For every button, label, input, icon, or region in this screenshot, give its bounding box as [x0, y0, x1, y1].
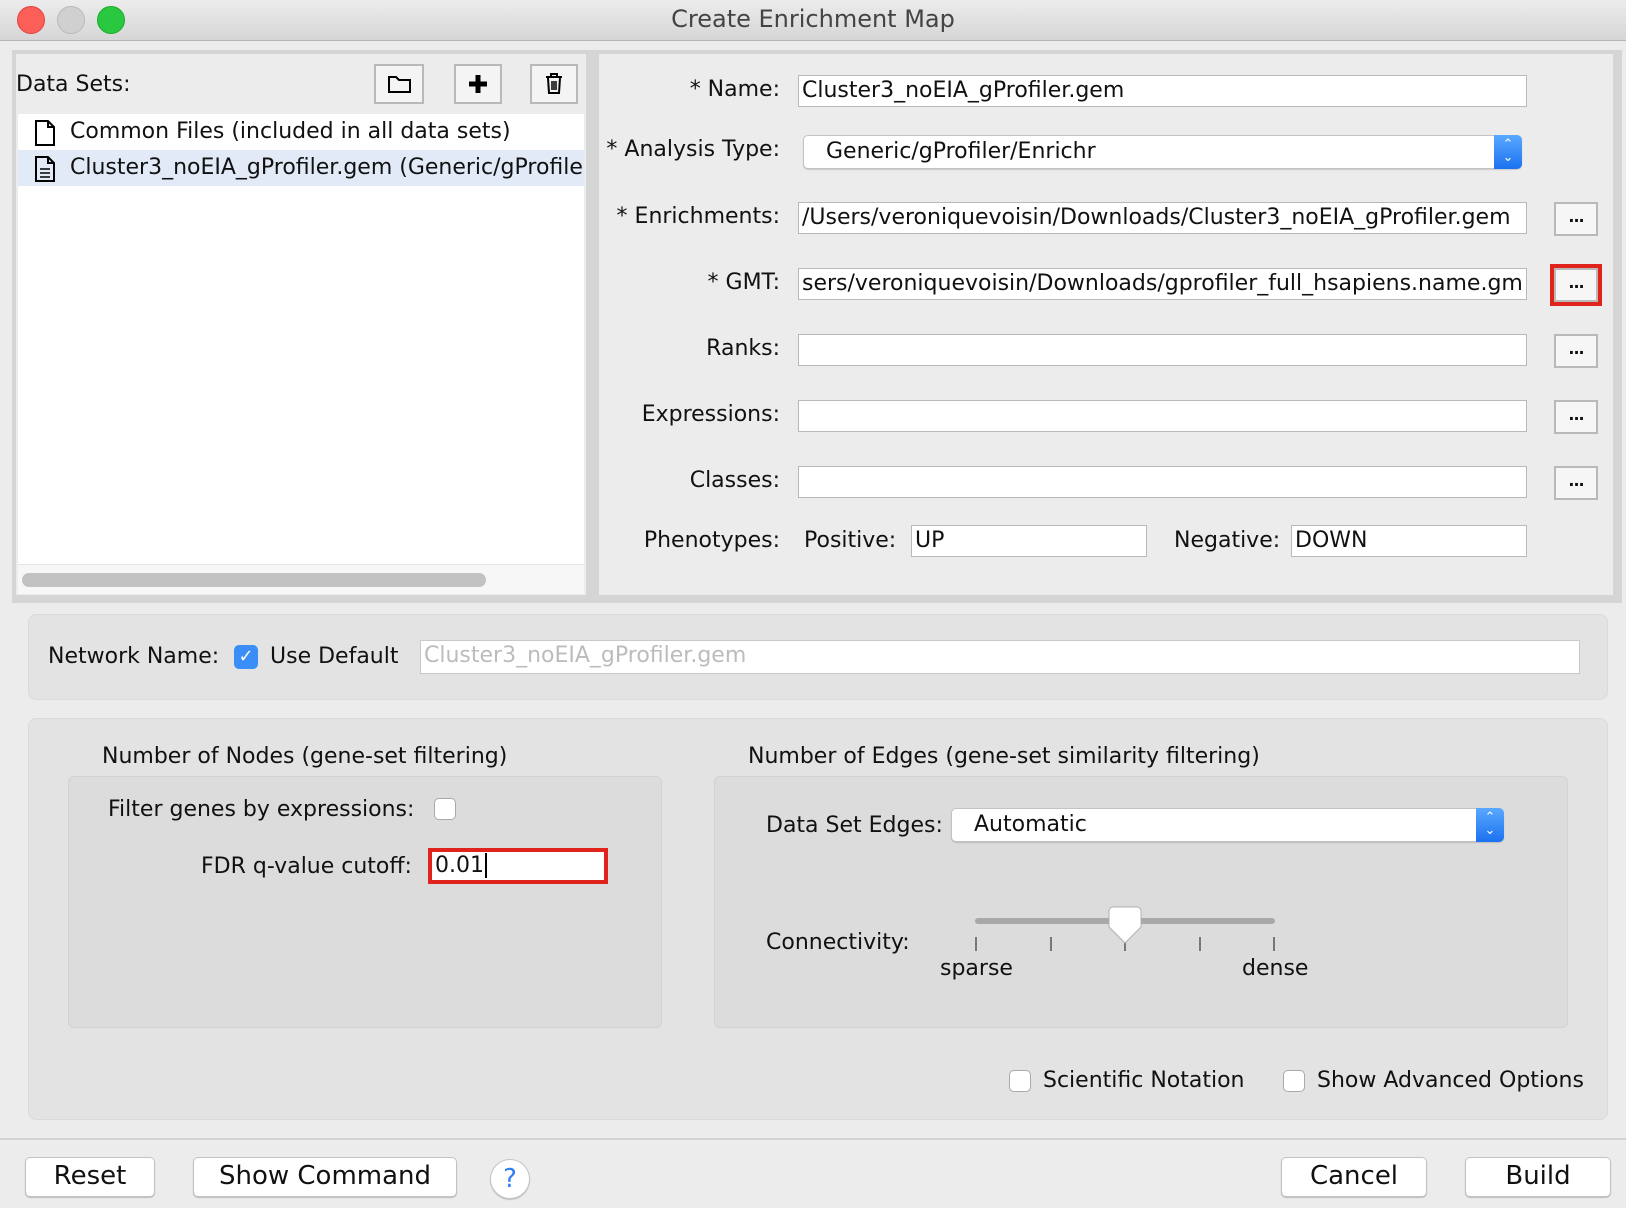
- sparse-label: sparse: [940, 956, 1013, 981]
- expressions-label: Expressions:: [641, 402, 780, 427]
- filter-genes-label: Filter genes by expressions:: [108, 797, 415, 822]
- file-icon: [35, 120, 55, 146]
- list-item-label: Common Files (included in all data sets): [70, 119, 511, 144]
- folder-icon: [388, 76, 411, 93]
- negative-phenotype-input[interactable]: DOWN: [1291, 525, 1527, 557]
- fdr-cutoff-value: 0.01: [435, 853, 484, 878]
- add-data-set-button[interactable]: [454, 64, 502, 104]
- analysis-type-select[interactable]: Generic/gProfiler/Enrichr ⌃ ⌄: [803, 135, 1522, 169]
- show-command-button[interactable]: Show Command: [193, 1157, 457, 1197]
- select-arrows-icon: ⌃ ⌄: [1476, 808, 1504, 842]
- data-set-edges-select[interactable]: Automatic ⌃ ⌄: [951, 808, 1504, 842]
- ranks-input[interactable]: [798, 334, 1527, 366]
- footer-divider: [0, 1138, 1626, 1140]
- help-button[interactable]: ?: [490, 1159, 530, 1199]
- horizontal-scrollbar[interactable]: [18, 564, 584, 594]
- build-button[interactable]: Build: [1465, 1157, 1611, 1197]
- enrichments-browse-button[interactable]: ...: [1554, 202, 1598, 236]
- enrichments-label: * Enrichments:: [616, 204, 780, 229]
- fdr-cutoff-label: FDR q-value cutoff:: [201, 854, 412, 879]
- connectivity-slider[interactable]: [975, 906, 1275, 970]
- expressions-browse-button[interactable]: ...: [1554, 400, 1598, 434]
- filter-genes-checkbox[interactable]: [434, 798, 456, 820]
- data-set-edges-value: Automatic: [974, 812, 1087, 837]
- slider-tick: [1273, 937, 1275, 951]
- scientific-notation-checkbox[interactable]: [1009, 1070, 1031, 1092]
- slider-tick: [1198, 937, 1201, 951]
- expressions-input[interactable]: [798, 400, 1527, 432]
- ranks-browse-button[interactable]: ...: [1554, 334, 1598, 368]
- ranks-label: Ranks:: [706, 336, 780, 361]
- open-folder-button[interactable]: [374, 64, 424, 104]
- data-sets-label: Data Sets:: [16, 72, 131, 97]
- data-set-edges-label: Data Set Edges:: [766, 813, 943, 838]
- connectivity-label: Connectivity:: [766, 930, 910, 955]
- data-sets-list: Common Files (included in all data sets)…: [18, 114, 584, 594]
- select-arrows-icon: ⌃ ⌄: [1494, 135, 1522, 169]
- gmt-label: * GMT:: [707, 270, 780, 295]
- text-file-icon: [35, 156, 55, 182]
- analysis-type-value: Generic/gProfiler/Enrichr: [826, 139, 1096, 164]
- use-default-checkbox[interactable]: ✓: [234, 645, 258, 669]
- list-item-label: Cluster3_noEIA_gProfiler.gem (Generic/gP…: [70, 155, 583, 180]
- analysis-type-label: * Analysis Type:: [606, 137, 780, 162]
- list-item-selected[interactable]: Cluster3_noEIA_gProfiler.gem (Generic/gP…: [18, 150, 584, 186]
- slider-thumb[interactable]: [1108, 906, 1142, 946]
- name-label: * Name:: [689, 77, 780, 102]
- show-advanced-options-label: Show Advanced Options: [1317, 1068, 1584, 1093]
- cancel-button[interactable]: Cancel: [1281, 1157, 1427, 1197]
- scrollbar-thumb[interactable]: [22, 573, 486, 587]
- positive-label: Positive:: [804, 528, 897, 553]
- plus-icon: [469, 75, 487, 93]
- enrichments-input[interactable]: /Users/veroniquevoisin/Downloads/Cluster…: [798, 202, 1527, 234]
- reset-button[interactable]: Reset: [25, 1157, 155, 1197]
- network-name-label: Network Name:: [48, 644, 220, 669]
- positive-phenotype-input[interactable]: UP: [911, 525, 1147, 557]
- slider-tick: [975, 937, 977, 951]
- classes-browse-button[interactable]: ...: [1554, 466, 1598, 500]
- text-cursor: [484, 853, 487, 878]
- delete-data-set-button[interactable]: [530, 64, 578, 104]
- data-sets-panel: Data Sets: Common Files (included in all…: [16, 54, 586, 595]
- window-title: Create Enrichment Map: [671, 5, 955, 33]
- classes-input[interactable]: [798, 466, 1527, 498]
- edges-title: Number of Edges (gene-set similarity fil…: [748, 744, 1260, 769]
- slider-tick: [1049, 937, 1052, 951]
- gmt-browse-button[interactable]: ...: [1550, 264, 1602, 306]
- negative-label: Negative:: [1174, 528, 1281, 553]
- scientific-notation-label: Scientific Notation: [1043, 1068, 1245, 1093]
- classes-label: Classes:: [689, 468, 780, 493]
- nodes-title: Number of Nodes (gene-set filtering): [102, 744, 508, 769]
- name-input[interactable]: Cluster3_noEIA_gProfiler.gem: [798, 75, 1527, 107]
- use-default-label: Use Default: [270, 644, 399, 669]
- show-advanced-options-checkbox[interactable]: [1283, 1070, 1305, 1092]
- trash-icon: [546, 73, 562, 94]
- fdr-cutoff-input[interactable]: 0.01: [428, 848, 608, 884]
- list-item[interactable]: Common Files (included in all data sets): [18, 114, 584, 150]
- dense-label: dense: [1242, 956, 1309, 981]
- network-name-input[interactable]: Cluster3_noEIA_gProfiler.gem: [420, 640, 1580, 674]
- phenotypes-label: Phenotypes:: [643, 528, 780, 553]
- gmt-input[interactable]: sers/veroniquevoisin/Downloads/gprofiler…: [798, 268, 1527, 300]
